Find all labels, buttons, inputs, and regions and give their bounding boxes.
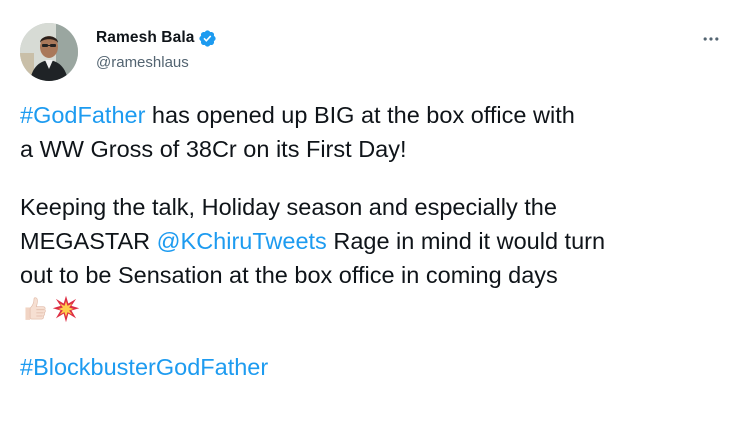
tweet-line: out to be Sensation at the box office in… <box>20 262 558 288</box>
hashtag-link[interactable]: #BlockbusterGodFather <box>20 354 268 380</box>
avatar-photo <box>20 23 78 81</box>
emoji-row <box>20 292 735 326</box>
thumbs-up-emoji-icon <box>25 297 46 320</box>
tweet-line: Keeping the talk, Holiday season and esp… <box>20 194 557 220</box>
author-name[interactable]: Ramesh Bala <box>96 29 194 47</box>
tweet-line: a WW Gross of 38Cr on its First Day! <box>20 136 407 162</box>
tweet-line: #BlockbusterGodFather <box>20 350 735 384</box>
tweet-line: MEGASTAR @KChiruTweets Rage in mind it w… <box>20 224 735 258</box>
more-options-button[interactable] <box>694 24 728 54</box>
tweet-text-segment: has opened up BIG at the box office with <box>145 102 575 128</box>
mention-link[interactable]: @KChiruTweets <box>157 228 327 254</box>
tweet-text-segment: MEGASTAR <box>20 228 157 254</box>
more-horizontal-icon <box>703 37 719 41</box>
verified-badge-icon <box>199 29 217 47</box>
tweet-text: #GodFather has opened up BIG at the box … <box>20 98 735 384</box>
avatar[interactable] <box>20 23 78 81</box>
tweet-text-segment: Rage in mind it would turn <box>326 228 606 254</box>
name-row: Ramesh Bala <box>96 28 217 48</box>
tweet-card: Ramesh Bala @rameshlaus #GodFather has o… <box>0 0 745 425</box>
collision-emoji-icon <box>52 295 80 323</box>
author-handle[interactable]: @rameshlaus <box>96 54 217 71</box>
author-block: Ramesh Bala @rameshlaus <box>96 28 217 71</box>
hashtag-link[interactable]: #GodFather <box>20 102 145 128</box>
tweet-line: #GodFather has opened up BIG at the box … <box>20 98 735 132</box>
